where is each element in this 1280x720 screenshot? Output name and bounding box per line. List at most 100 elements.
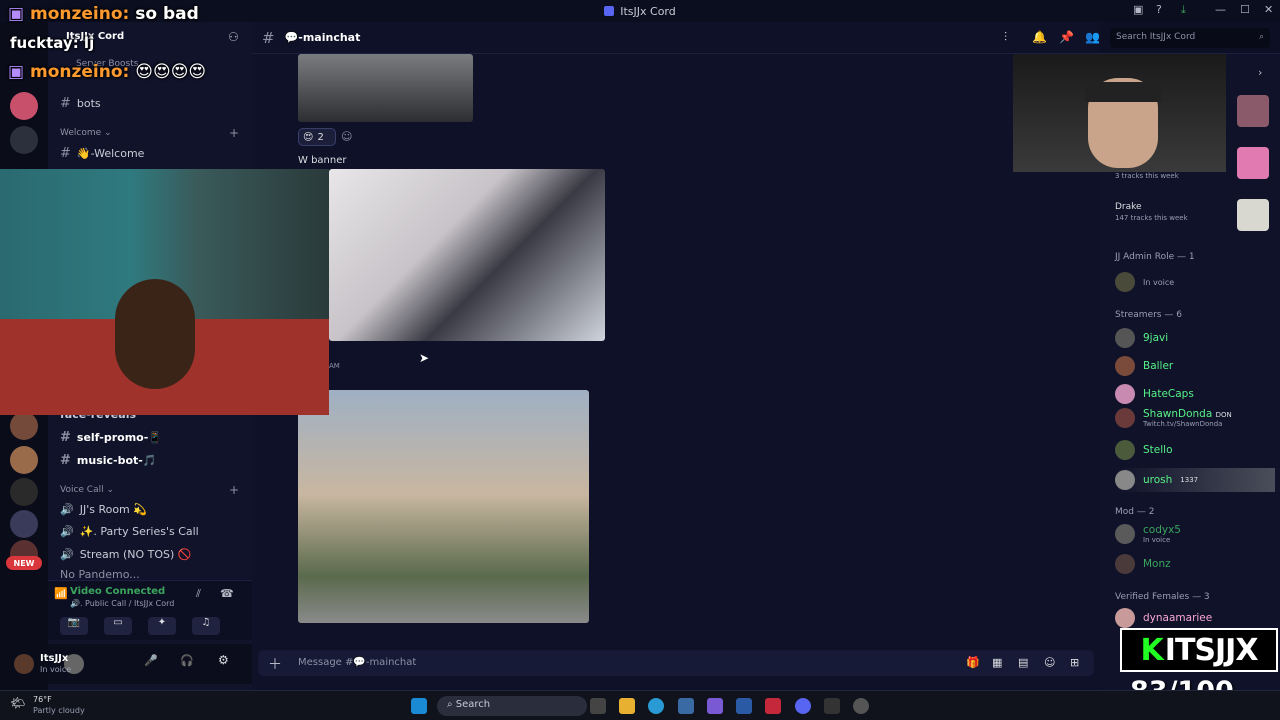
- apps-icon[interactable]: ⊞: [1070, 656, 1079, 669]
- message-text: W banner: [298, 155, 347, 166]
- message-image[interactable]: [298, 54, 473, 122]
- member-dynaamariee[interactable]: dynaamariee: [1115, 608, 1212, 628]
- obs-icon[interactable]: [853, 698, 869, 714]
- activity-thumbnail[interactable]: [1237, 199, 1269, 231]
- server-icon[interactable]: [10, 478, 38, 506]
- minimize-button[interactable]: —: [1215, 3, 1226, 16]
- webcam-person: [115, 279, 195, 389]
- member-shawndonda[interactable]: ShawnDonda DON Twitch.tv/ShawnDonda: [1115, 408, 1232, 428]
- voice-stream[interactable]: 🔊 Stream (NO TOS) 🚫: [60, 548, 192, 561]
- screen-share-icon[interactable]: ▭: [104, 617, 132, 635]
- category-verified: Verified Females — 3: [1115, 592, 1210, 602]
- category-welcome[interactable]: Welcome ⌄: [60, 128, 112, 138]
- search-input[interactable]: Search ItsJJx Cord ⌕: [1110, 28, 1270, 48]
- voice-actions: 📷 ▭ ✦ ♫: [60, 617, 220, 635]
- gift-icon[interactable]: 🎁: [966, 656, 980, 669]
- gif-icon[interactable]: ▦: [992, 656, 1002, 669]
- member-admin[interactable]: In voice: [1115, 272, 1174, 292]
- epic-games-icon[interactable]: [824, 698, 840, 714]
- webcam-overlay: [1013, 54, 1226, 172]
- help-icon[interactable]: ?: [1156, 3, 1162, 16]
- file-explorer-icon[interactable]: [619, 698, 635, 714]
- server-icon[interactable]: [10, 412, 38, 440]
- user-panel: ItsJJx In voice 🎤 🎧 ⚙: [14, 644, 252, 684]
- app-icon[interactable]: [678, 698, 694, 714]
- taskbar: 🌤 76°F Partly cloudy ⌕ Search: [0, 690, 1280, 720]
- weather-icon: 🌤: [10, 696, 26, 710]
- deafen-icon[interactable]: 🎧: [180, 654, 194, 667]
- speaker-icon: 🔊: [60, 503, 74, 516]
- store-icon[interactable]: [736, 698, 752, 714]
- reaction-button[interactable]: 😍 2: [298, 128, 336, 146]
- edge-icon[interactable]: [648, 698, 664, 714]
- member-codyx5[interactable]: codyx5 In voice: [1115, 524, 1181, 544]
- server-icon[interactable]: [10, 92, 38, 120]
- channel-self-promo[interactable]: # self-promo-📱: [60, 430, 162, 445]
- sticker-icon[interactable]: ▤: [1018, 656, 1028, 669]
- activities-icon[interactable]: ✦: [148, 617, 176, 635]
- emoji-icon[interactable]: ☺: [1044, 656, 1055, 669]
- close-button[interactable]: ✕: [1264, 3, 1273, 16]
- discord-icon[interactable]: [795, 698, 811, 714]
- chat-badge-icon: ▣: [8, 62, 25, 82]
- channel-music-bot[interactable]: # music-bot-🎵: [60, 453, 157, 468]
- inbox-icon[interactable]: ▣: [1133, 3, 1143, 16]
- voice-party[interactable]: 🔊 ✨. Party Series's Call: [60, 525, 199, 538]
- app-icon[interactable]: [765, 698, 781, 714]
- channel-bots[interactable]: # bots: [60, 96, 101, 111]
- pin-icon[interactable]: 📌: [1059, 30, 1074, 44]
- hash-icon: #: [60, 146, 71, 161]
- server-icon[interactable]: [10, 510, 38, 538]
- channel-welcome[interactable]: # 👋-Welcome: [60, 146, 144, 161]
- add-channel-icon[interactable]: +: [229, 126, 239, 140]
- streamer-logo: K ITSJJX: [1120, 628, 1278, 672]
- noise-suppression-icon[interactable]: ⫽: [196, 587, 201, 601]
- member-baller[interactable]: Baller: [1115, 356, 1173, 376]
- threads-icon[interactable]: ⫶: [1004, 30, 1007, 45]
- settings-icon[interactable]: ⚙: [218, 653, 229, 667]
- message-image[interactable]: [329, 169, 605, 341]
- voice-no-pandemo[interactable]: No Pandemo...: [60, 570, 140, 578]
- download-icon[interactable]: ⤓: [1181, 3, 1186, 17]
- member-stello[interactable]: Stello: [1115, 440, 1173, 460]
- members-icon[interactable]: 👥: [1085, 30, 1100, 44]
- webcam-hat: [1085, 82, 1161, 102]
- voice-jjs-room[interactable]: 🔊 JJ's Room 💫: [60, 503, 147, 516]
- app-icon[interactable]: [707, 698, 723, 714]
- member-monz[interactable]: Monz: [1115, 554, 1171, 574]
- maximize-button[interactable]: ☐: [1240, 3, 1250, 16]
- member-drake-activity[interactable]: Drake 147 tracks this week: [1115, 202, 1188, 222]
- server-icon[interactable]: [10, 126, 38, 154]
- category-voice[interactable]: Voice Call ⌄: [60, 485, 114, 495]
- task-view-icon[interactable]: [590, 698, 606, 714]
- attach-icon[interactable]: ＋: [268, 654, 282, 674]
- add-channel-icon[interactable]: +: [229, 483, 239, 497]
- taskbar-search[interactable]: ⌕ Search: [437, 696, 587, 716]
- channel-label: ✨. Party Series's Call: [79, 525, 199, 538]
- weather-temp[interactable]: 76°F: [33, 695, 52, 704]
- member-9javi[interactable]: 9javi: [1115, 328, 1168, 348]
- add-member-icon[interactable]: ⚇: [228, 30, 239, 44]
- activity-thumbnail[interactable]: [1237, 95, 1269, 127]
- bell-icon[interactable]: 🔔: [1032, 30, 1047, 44]
- soundboard-icon[interactable]: ♫: [192, 617, 220, 635]
- activity-thumbnail[interactable]: [1237, 147, 1269, 179]
- avatar: [1115, 608, 1135, 628]
- message-image[interactable]: [298, 390, 589, 623]
- message-composer[interactable]: ＋ Message #💬-mainchat 🎁 ▦ ▤ ☺ ⊞: [258, 650, 1094, 676]
- disconnect-icon[interactable]: ☎: [220, 587, 234, 600]
- window-title: ItsJJx Cord: [620, 4, 676, 18]
- chevron-right-icon[interactable]: ›: [1258, 66, 1262, 79]
- mute-icon[interactable]: 🎤: [144, 654, 158, 667]
- camera-icon[interactable]: 📷: [60, 617, 88, 635]
- member-hatecaps[interactable]: HateCaps: [1115, 384, 1194, 404]
- stream-chat-line: ▣ monzeino: 😍😍😍😍: [8, 62, 207, 82]
- server-icon[interactable]: [10, 446, 38, 474]
- avatar[interactable]: [14, 654, 34, 674]
- member-urosh[interactable]: urosh 1337: [1115, 468, 1275, 492]
- channel-label: bots: [76, 97, 101, 110]
- weather-desc[interactable]: Partly cloudy: [33, 706, 85, 715]
- windows-start-icon[interactable]: [411, 698, 427, 714]
- add-reaction-icon[interactable]: ☺: [341, 130, 352, 143]
- voice-location[interactable]: 🔊. Public Call / ItsJJx Cord: [70, 599, 174, 608]
